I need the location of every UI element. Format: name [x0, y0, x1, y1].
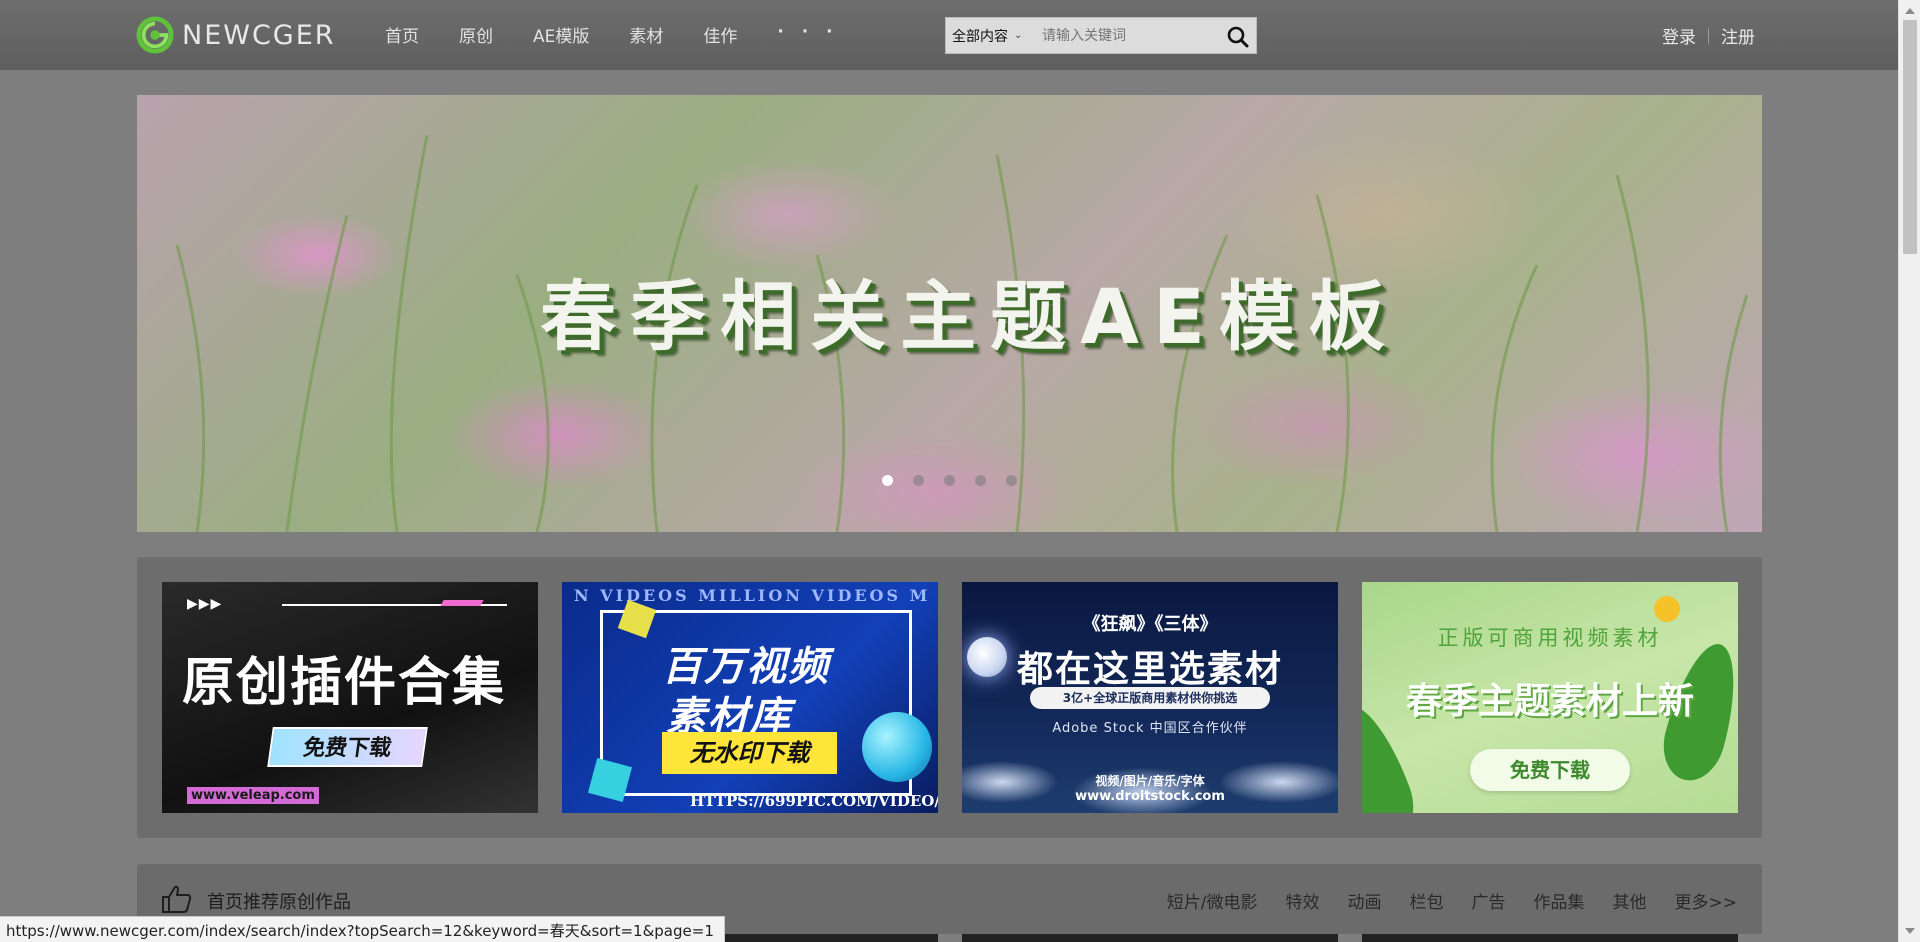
search-box: 全部内容 ⌄ [945, 17, 1257, 54]
section-title: 首页推荐原创作品 [207, 892, 351, 913]
search-input[interactable] [1032, 20, 1212, 51]
nav-home[interactable]: 首页 [385, 22, 419, 47]
nav-original[interactable]: 原创 [459, 22, 493, 47]
nav-ae-templates[interactable]: AE模版 [533, 22, 589, 47]
hero-title: 春季相关主题AE模板 [540, 272, 1399, 361]
carousel-dots [882, 475, 1037, 486]
auth-links: 登录 注册 [1662, 23, 1755, 48]
ad-partner: Adobe Stock 中国区合作伙伴 [1052, 721, 1248, 736]
site-logo[interactable]: NEWCGER [136, 16, 336, 54]
nav-showcase[interactable]: 佳作 [703, 22, 737, 47]
ad-subtitle: 《狂飙》《三体》 [1082, 614, 1218, 635]
carousel-dot[interactable] [975, 475, 986, 486]
divider [1708, 27, 1709, 44]
tab-packaging[interactable]: 栏包 [1410, 888, 1444, 913]
ad-title: 春季主题素材上新 [1405, 681, 1694, 722]
scroll-down-icon[interactable] [1905, 928, 1915, 934]
ad-url: HTTPS://699PIC.COM/VIDEO/ [690, 792, 938, 810]
tab-more[interactable]: 更多>> [1675, 888, 1738, 913]
carousel-dot[interactable] [913, 475, 924, 486]
search-icon[interactable] [1226, 25, 1250, 49]
ad-title: 原创插件合集 [182, 653, 507, 713]
ad-url: www.droitstock.com [1075, 789, 1225, 804]
ad-title: 都在这里选素材 [1016, 649, 1283, 690]
tab-animation[interactable]: 动画 [1348, 888, 1382, 913]
ad-url: www.veleap.com [187, 787, 319, 804]
tab-short-film[interactable]: 短片/微电影 [1167, 888, 1258, 913]
main-nav: 首页 原创 AE模版 素材 佳作 · · · [385, 22, 879, 47]
tab-portfolio[interactable]: 作品集 [1534, 888, 1585, 913]
status-bar-url: https://www.newcger.com/index/search/ind… [0, 916, 725, 942]
scrollbar-thumb[interactable] [1903, 20, 1917, 254]
ad-droitstock[interactable]: 《狂飙》《三体》 都在这里选素材 3亿+全球正版商用素材供你挑选 Adobe S… [962, 582, 1338, 813]
ad-download-button[interactable]: 免费下载 [267, 727, 428, 767]
work-thumbnail[interactable] [1362, 934, 1738, 942]
scroll-up-icon[interactable] [1905, 8, 1915, 14]
ad-download-button[interactable]: 免费下载 [1470, 749, 1630, 791]
ad-spring-materials[interactable]: 正版可商用视频素材 春季主题素材上新 免费下载 [1362, 582, 1738, 813]
chevron-down-icon: ⌄ [1014, 30, 1023, 41]
ad-categories: 视频/图片/音乐/字体 [1095, 774, 1205, 788]
logo-text: NEWCGER [182, 19, 336, 51]
search-scope-label: 全部内容 [952, 28, 1008, 45]
nav-more[interactable]: · · · [777, 22, 838, 47]
ad-strip: ▶▶▶ 原创插件合集 免费下载 www.veleap.com N VIDEOS … [137, 557, 1762, 838]
vertical-scrollbar[interactable] [1898, 0, 1920, 942]
login-link[interactable]: 登录 [1662, 23, 1696, 48]
arrows-decoration: ▶▶▶ [187, 596, 223, 612]
thumbs-up-icon [162, 885, 192, 913]
register-link[interactable]: 注册 [1721, 23, 1755, 48]
ad-million-videos[interactable]: N VIDEOS MILLION VIDEOS M 百万视频 素材库 无水印下载… [562, 582, 938, 813]
ad-ring-text: N VIDEOS MILLION VIDEOS M [574, 586, 931, 605]
carousel-dot[interactable] [944, 475, 955, 486]
ad-plugin-collection[interactable]: ▶▶▶ 原创插件合集 免费下载 www.veleap.com [162, 582, 538, 813]
tab-other[interactable]: 其他 [1613, 888, 1647, 913]
nav-materials[interactable]: 素材 [629, 22, 663, 47]
tab-ads[interactable]: 广告 [1472, 888, 1506, 913]
logo-icon [136, 16, 174, 54]
search-scope-select[interactable]: 全部内容 ⌄ [946, 26, 1032, 46]
planet-decoration [862, 712, 932, 782]
ad-pill: 3亿+全球正版商用素材供你挑选 [1030, 687, 1270, 709]
accent-decoration [440, 600, 484, 606]
carousel-dot[interactable] [882, 475, 893, 486]
ad-subtitle: 正版可商用视频素材 [1437, 626, 1663, 650]
work-thumbnail[interactable] [962, 934, 1338, 942]
top-header: NEWCGER 首页 原创 AE模版 素材 佳作 · · · 全部内容 ⌄ 登录… [0, 0, 1898, 70]
tab-effects[interactable]: 特效 [1286, 888, 1320, 913]
ad-download-button[interactable]: 无水印下载 [662, 732, 837, 774]
flower-decoration [1654, 596, 1680, 622]
category-tabs: 短片/微电影 特效 动画 栏包 广告 作品集 其他 更多>> [1139, 888, 1737, 913]
carousel-dot[interactable] [1006, 475, 1017, 486]
hero-banner[interactable]: 春季相关主题AE模板 [137, 95, 1762, 532]
